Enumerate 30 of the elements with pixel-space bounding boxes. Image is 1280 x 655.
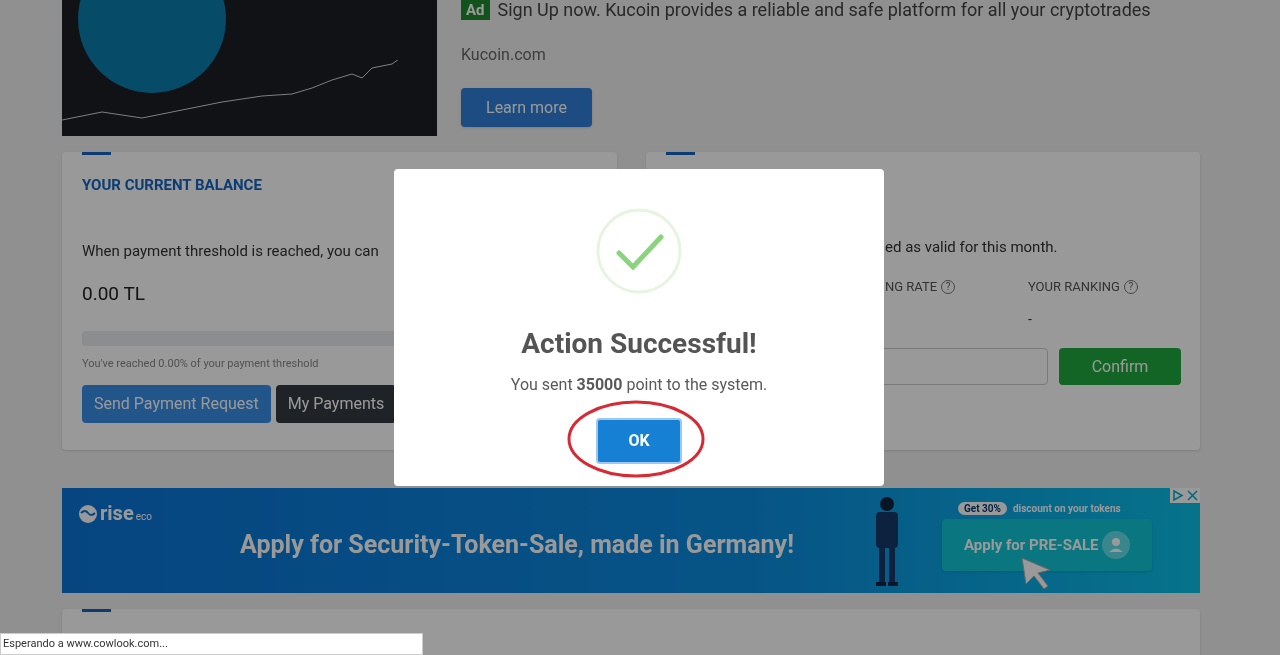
card-title: YOUR CURRENT BALANCE [82, 175, 263, 196]
points-description: ed as valid for this month. [885, 237, 1058, 258]
adchoices-icon[interactable] [1170, 488, 1185, 503]
ad-domain: Kucoin.com [461, 44, 547, 66]
promo-badge: Get 30% [958, 502, 1007, 515]
user-icon [1102, 531, 1130, 559]
payment-button[interactable]: Send Payment Request [82, 385, 271, 423]
stat-value: - [1028, 309, 1033, 329]
close-icon[interactable] [1185, 488, 1200, 503]
wave-logo-icon [78, 504, 98, 524]
progress-caption: You've reached 0.00% of your payment threshold [82, 355, 320, 372]
payment-button[interactable]: My Payments [275, 385, 397, 423]
balance-description: When payment threshold is reached, you can [82, 240, 380, 262]
balance-amount: 0.00 TL [82, 281, 146, 307]
dialog-message: You sent 35000 point to the system. [510, 374, 768, 396]
stat-label: YOUR RANKING [1028, 278, 1120, 296]
dialog-title: Action Successful! [521, 326, 757, 362]
banner-logo-suffix: eco [135, 510, 152, 524]
banner-headline: Apply for Security-Token-Sale, made in Germany! [240, 529, 794, 561]
confirm-button[interactable]: Confirm [1059, 348, 1181, 385]
stat-label: NG RATE [885, 278, 938, 296]
promo-text: discount on your tokens [1012, 502, 1121, 515]
check-icon [595, 207, 683, 295]
ad-badge: Ad [461, 0, 490, 20]
rise-banner[interactable]: riseeco Apply for Security-Token-Sale, made in Germany! Get 30% discount on your tokens Apply for PRE-SALE [62, 488, 1200, 593]
ok-button[interactable]: OK [596, 418, 682, 464]
banner-logo: rise [100, 502, 134, 524]
status-bar: Esperando a www.cowlook.com... [0, 633, 423, 655]
learn-more-button[interactable]: Learn more [461, 88, 592, 127]
ad-headline: Sign Up now. Kucoin provides a reliable and safe platform for all your cryptotrades [497, 0, 1151, 22]
